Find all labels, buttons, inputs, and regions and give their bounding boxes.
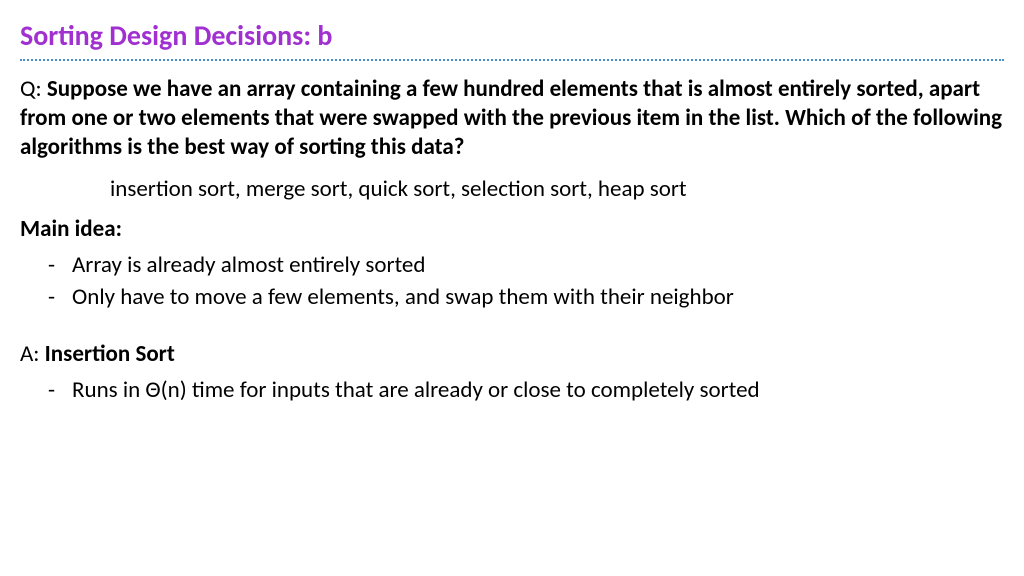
- list-item: Array is already almost entirely sorted: [48, 249, 1004, 281]
- title-divider: [20, 59, 1004, 61]
- answer-detail-list: Runs in Θ(n) time for inputs that are al…: [48, 374, 1004, 406]
- list-item: Only have to move a few elements, and sw…: [48, 281, 1004, 313]
- question-block: Q: Suppose we have an array containing a…: [20, 75, 1004, 161]
- answer-body: Insertion Sort: [45, 340, 175, 368]
- question-body: Suppose we have an array containing a fe…: [20, 75, 1002, 161]
- answer-block: A: Insertion Sort: [20, 340, 1004, 368]
- main-idea-list: Array is already almost entirely sorted …: [48, 249, 1004, 313]
- main-idea-heading: Main idea:: [20, 215, 1004, 243]
- answer-label: A:: [20, 340, 45, 368]
- list-item: Runs in Θ(n) time for inputs that are al…: [48, 374, 1004, 406]
- question-label: Q:: [20, 75, 47, 103]
- slide-title: Sorting Design Decisions: b: [20, 18, 1004, 53]
- answer-options: insertion sort, merge sort, quick sort, …: [110, 175, 1004, 203]
